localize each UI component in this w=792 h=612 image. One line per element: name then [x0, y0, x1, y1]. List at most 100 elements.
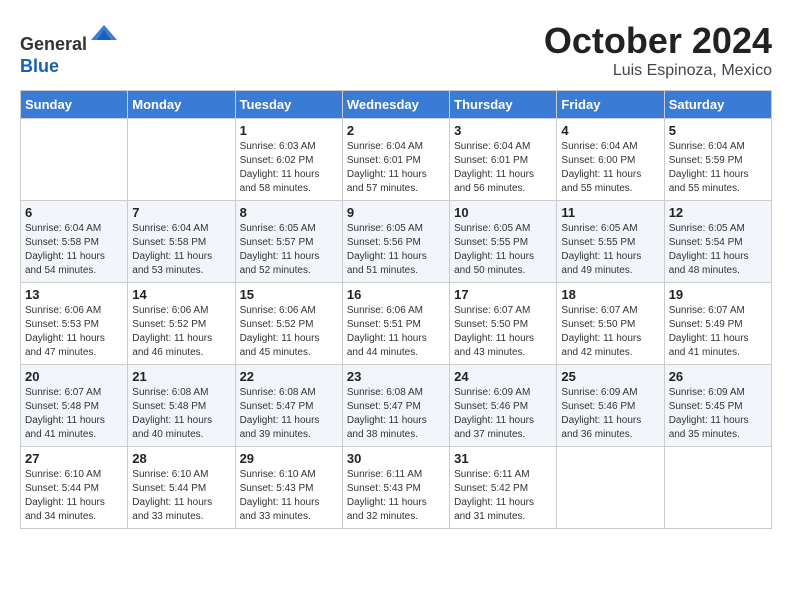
calendar-cell: 6Sunrise: 6:04 AM Sunset: 5:58 PM Daylig… [21, 201, 128, 283]
day-number: 29 [240, 451, 338, 466]
calendar-cell: 30 Sunrise: 6:11 AM Sunset: 5:43 PM Dayli… [342, 447, 449, 529]
logo-icon [89, 20, 119, 50]
calendar-cell [21, 119, 128, 201]
calendar-cell: 19 Sunrise: 6:07 AM Sunset: 5:49 PM Dayli… [664, 283, 771, 365]
cell-info-text: Sunrise: 6:09 AM Sunset: 5:46 PM Dayligh… [561, 386, 659, 442]
cell-info-text: Sunrise: 6:06 AM Sunset: 5:51 PM Dayligh… [347, 304, 445, 360]
cell-info-text: Sunrise: 6:11 AM Sunset: 5:42 PM Dayligh… [454, 468, 552, 524]
col-header-friday: Friday [557, 91, 664, 119]
cell-info-text: Sunrise: 6:08 AM Sunset: 5:48 PM Dayligh… [132, 386, 230, 442]
day-number: 9 [347, 205, 445, 220]
day-number: 22 [240, 369, 338, 384]
cell-info-text: Sunrise: 6:04 AM Sunset: 5:58 PM Dayligh… [25, 222, 123, 278]
calendar-cell: 7 Sunrise: 6:04 AM Sunset: 5:58 PM Daylig… [128, 201, 235, 283]
cell-info-text: Sunrise: 6:06 AM Sunset: 5:52 PM Dayligh… [132, 304, 230, 360]
day-number: 8 [240, 205, 338, 220]
day-number: 16 [347, 287, 445, 302]
col-header-thursday: Thursday [450, 91, 557, 119]
cell-info-text: Sunrise: 6:04 AM Sunset: 5:58 PM Dayligh… [132, 222, 230, 278]
cell-info-text: Sunrise: 6:10 AM Sunset: 5:43 PM Dayligh… [240, 468, 338, 524]
day-number: 18 [561, 287, 659, 302]
logo-blue-text: Blue [20, 56, 59, 76]
calendar-cell: 29 Sunrise: 6:10 AM Sunset: 5:43 PM Dayli… [235, 447, 342, 529]
day-number: 13 [25, 287, 123, 302]
cell-info-text: Sunrise: 6:09 AM Sunset: 5:46 PM Dayligh… [454, 386, 552, 442]
cell-info-text: Sunrise: 6:07 AM Sunset: 5:48 PM Dayligh… [25, 386, 123, 442]
day-number: 27 [25, 451, 123, 466]
day-number: 4 [561, 123, 659, 138]
cell-info-text: Sunrise: 6:05 AM Sunset: 5:56 PM Dayligh… [347, 222, 445, 278]
day-number: 12 [669, 205, 767, 220]
calendar-week-row: 20Sunrise: 6:07 AM Sunset: 5:48 PM Dayli… [21, 365, 772, 447]
calendar-cell: 27Sunrise: 6:10 AM Sunset: 5:44 PM Dayli… [21, 447, 128, 529]
calendar-cell: 15 Sunrise: 6:06 AM Sunset: 5:52 PM Dayli… [235, 283, 342, 365]
day-number: 23 [347, 369, 445, 384]
calendar-cell: 17 Sunrise: 6:07 AM Sunset: 5:50 PM Dayli… [450, 283, 557, 365]
calendar-cell: 22 Sunrise: 6:08 AM Sunset: 5:47 PM Dayli… [235, 365, 342, 447]
day-number: 21 [132, 369, 230, 384]
cell-info-text: Sunrise: 6:09 AM Sunset: 5:45 PM Dayligh… [669, 386, 767, 442]
calendar-header-row: SundayMondayTuesdayWednesdayThursdayFrid… [21, 91, 772, 119]
calendar-cell: 21 Sunrise: 6:08 AM Sunset: 5:48 PM Dayli… [128, 365, 235, 447]
page-header: General Blue October 2024 Luis Espinoza,… [20, 20, 772, 80]
day-number: 30 [347, 451, 445, 466]
calendar-week-row: 6Sunrise: 6:04 AM Sunset: 5:58 PM Daylig… [21, 201, 772, 283]
day-number: 1 [240, 123, 338, 138]
month-title: October 2024 [544, 20, 772, 62]
calendar-cell: 18 Sunrise: 6:07 AM Sunset: 5:50 PM Dayli… [557, 283, 664, 365]
cell-info-text: Sunrise: 6:04 AM Sunset: 6:01 PM Dayligh… [347, 140, 445, 196]
cell-info-text: Sunrise: 6:05 AM Sunset: 5:57 PM Dayligh… [240, 222, 338, 278]
cell-info-text: Sunrise: 6:06 AM Sunset: 5:53 PM Dayligh… [25, 304, 123, 360]
day-number: 15 [240, 287, 338, 302]
logo: General Blue [20, 20, 119, 77]
cell-info-text: Sunrise: 6:04 AM Sunset: 6:00 PM Dayligh… [561, 140, 659, 196]
calendar-week-row: 27 Sunrise: 6:10 AM Sunset: 5:44 PM Dayli… [21, 447, 772, 529]
col-header-wednesday: Wednesday [342, 91, 449, 119]
cell-info-text: Sunrise: 6:07 AM Sunset: 5:50 PM Dayligh… [454, 304, 552, 360]
cell-info-text: Sunrise: 6:04 AM Sunset: 5:59 PM Dayligh… [669, 140, 767, 196]
day-number: 24 [454, 369, 552, 384]
day-number: 11 [561, 205, 659, 220]
day-number: 3 [454, 123, 552, 138]
col-header-monday: Monday [128, 91, 235, 119]
calendar-cell: 14Sunrise: 6:06 AM Sunset: 5:52 PM Dayli… [128, 283, 235, 365]
day-number: 17 [454, 287, 552, 302]
cell-info-text: Sunrise: 6:06 AM Sunset: 5:52 PM Dayligh… [240, 304, 338, 360]
calendar-cell: 25 Sunrise: 6:09 AM Sunset: 5:46 PM Dayli… [557, 365, 664, 447]
calendar-cell [557, 447, 664, 529]
calendar-cell: 16 Sunrise: 6:06 AM Sunset: 5:51 PM Dayli… [342, 283, 449, 365]
calendar-cell: 24 Sunrise: 6:09 AM Sunset: 5:46 PM Dayli… [450, 365, 557, 447]
cell-info-text: Sunrise: 6:05 AM Sunset: 5:55 PM Dayligh… [561, 222, 659, 278]
calendar-cell: 20Sunrise: 6:07 AM Sunset: 5:48 PM Dayli… [21, 365, 128, 447]
cell-info-text: Sunrise: 6:07 AM Sunset: 5:50 PM Dayligh… [561, 304, 659, 360]
calendar-cell: 23Sunrise: 6:08 AM Sunset: 5:47 PM Dayli… [342, 365, 449, 447]
calendar-cell: 28Sunrise: 6:10 AM Sunset: 5:44 PM Dayli… [128, 447, 235, 529]
calendar-week-row: 1 Sunrise: 6:03 AM Sunset: 6:02 PM Daylig… [21, 119, 772, 201]
cell-info-text: Sunrise: 6:07 AM Sunset: 5:49 PM Dayligh… [669, 304, 767, 360]
day-number: 2 [347, 123, 445, 138]
calendar-cell: 11 Sunrise: 6:05 AM Sunset: 5:55 PM Dayli… [557, 201, 664, 283]
calendar-cell [664, 447, 771, 529]
calendar-week-row: 13 Sunrise: 6:06 AM Sunset: 5:53 PM Dayli… [21, 283, 772, 365]
cell-info-text: Sunrise: 6:10 AM Sunset: 5:44 PM Dayligh… [132, 468, 230, 524]
day-number: 10 [454, 205, 552, 220]
day-number: 7 [132, 205, 230, 220]
calendar-cell: 3 Sunrise: 6:04 AM Sunset: 6:01 PM Daylig… [450, 119, 557, 201]
day-number: 19 [669, 287, 767, 302]
calendar-cell: 9 Sunrise: 6:05 AM Sunset: 5:56 PM Daylig… [342, 201, 449, 283]
calendar-table: SundayMondayTuesdayWednesdayThursdayFrid… [20, 90, 772, 529]
cell-info-text: Sunrise: 6:08 AM Sunset: 5:47 PM Dayligh… [240, 386, 338, 442]
calendar-cell: 4 Sunrise: 6:04 AM Sunset: 6:00 PM Daylig… [557, 119, 664, 201]
cell-info-text: Sunrise: 6:05 AM Sunset: 5:55 PM Dayligh… [454, 222, 552, 278]
calendar-cell: 10 Sunrise: 6:05 AM Sunset: 5:55 PM Dayli… [450, 201, 557, 283]
col-header-sunday: Sunday [21, 91, 128, 119]
cell-info-text: Sunrise: 6:11 AM Sunset: 5:43 PM Dayligh… [347, 468, 445, 524]
calendar-cell: 1 Sunrise: 6:03 AM Sunset: 6:02 PM Daylig… [235, 119, 342, 201]
col-header-tuesday: Tuesday [235, 91, 342, 119]
col-header-saturday: Saturday [664, 91, 771, 119]
day-number: 25 [561, 369, 659, 384]
cell-info-text: Sunrise: 6:03 AM Sunset: 6:02 PM Dayligh… [240, 140, 338, 196]
cell-info-text: Sunrise: 6:04 AM Sunset: 6:01 PM Dayligh… [454, 140, 552, 196]
calendar-cell: 13 Sunrise: 6:06 AM Sunset: 5:53 PM Dayli… [21, 283, 128, 365]
cell-info-text: Sunrise: 6:05 AM Sunset: 5:54 PM Dayligh… [669, 222, 767, 278]
